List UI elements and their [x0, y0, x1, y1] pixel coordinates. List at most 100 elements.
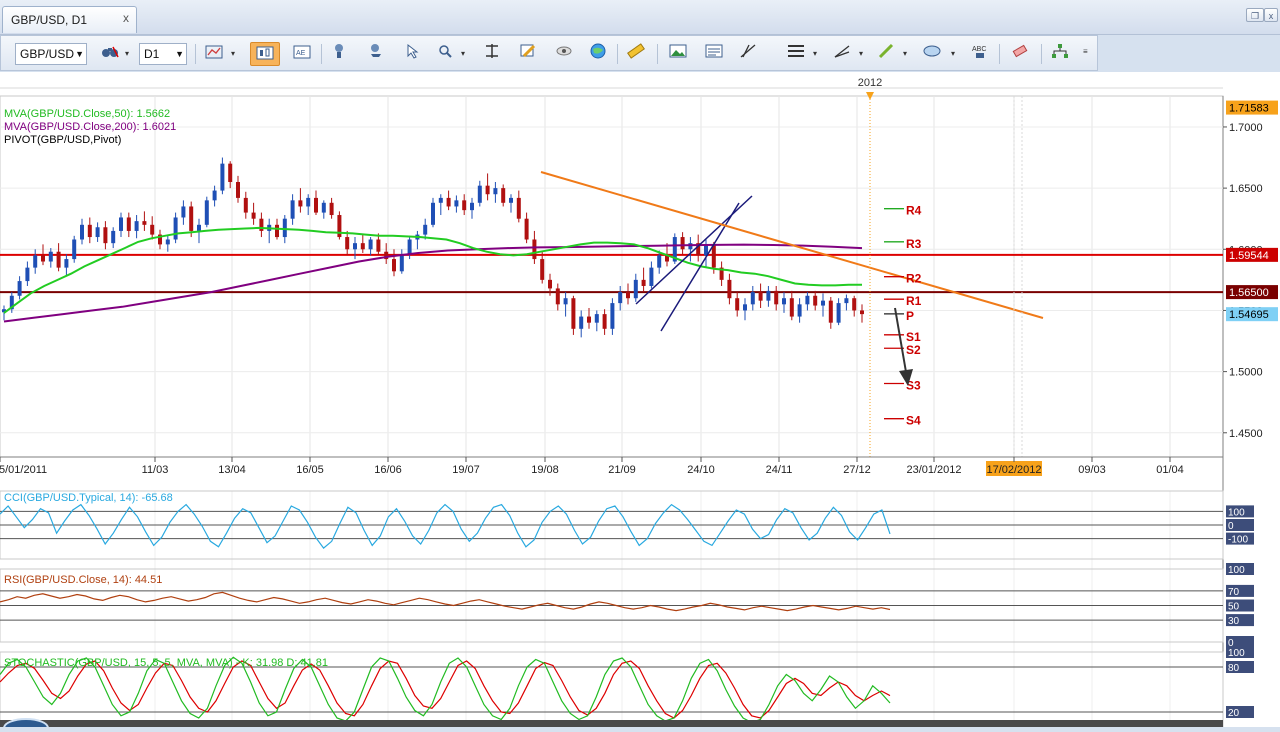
legend-pivot: PIVOT(GBP/USD,Pivot)	[4, 134, 121, 146]
svg-text:AE: AE	[296, 50, 306, 57]
candle-body	[735, 298, 740, 311]
chevron-down-icon[interactable]: ▾	[231, 49, 235, 58]
tab-bar: GBP/USD, D1 x ❐ x	[0, 0, 1280, 35]
time-axis-label: 21/09	[608, 464, 636, 476]
candle-body	[353, 243, 357, 250]
ellipse-icon[interactable]	[919, 42, 945, 66]
candle-body	[275, 224, 279, 238]
binoculars-icon[interactable]	[97, 42, 123, 66]
text-abc-icon[interactable]: ABC	[967, 42, 993, 66]
candle-body	[602, 314, 607, 329]
candle-body	[119, 217, 123, 231]
zoom-in-icon[interactable]	[327, 42, 353, 66]
candlestick-icon[interactable]	[250, 42, 280, 66]
cursor-icon[interactable]	[399, 42, 425, 66]
image-icon[interactable]	[665, 42, 691, 66]
ruler-icon[interactable]	[623, 42, 649, 66]
symbol-select[interactable]: GBP/USD ▼	[15, 43, 87, 65]
trendline-icon[interactable]	[735, 42, 761, 66]
close-window-icon[interactable]: x	[1264, 8, 1278, 22]
candle-body	[282, 218, 287, 238]
candle-body	[87, 224, 92, 238]
globe-icon[interactable]	[585, 42, 611, 66]
candle-body	[462, 200, 467, 211]
pivot-level-label: S2	[906, 343, 921, 357]
horizontal-scrollbar[interactable]	[0, 720, 1223, 727]
bar-chart-icon[interactable]	[201, 42, 227, 66]
time-axis-label: 09/03	[1078, 464, 1106, 476]
candle-body	[189, 206, 194, 231]
candle-body	[64, 259, 69, 268]
chart-tab[interactable]: GBP/USD, D1 x	[2, 6, 137, 33]
price-tag-label: 1.54695	[1229, 309, 1269, 321]
pen-icon[interactable]	[873, 42, 899, 66]
indicator-tag-label: 0	[1228, 521, 1234, 532]
toolbar-separator	[617, 44, 618, 64]
pivot-level-label: S4	[906, 414, 921, 428]
pencil-icon[interactable]	[515, 42, 541, 66]
candle-body	[797, 304, 802, 317]
chart-area[interactable]: R4 R3 R2 R1 P S1 S2 S3 S4 2012 MVA(GBP/USD.Close…	[0, 72, 1280, 732]
eraser-icon[interactable]	[1007, 42, 1033, 66]
timeframe-select[interactable]: D1 ▼	[139, 43, 187, 65]
candle-body	[376, 239, 381, 252]
candle-body	[438, 197, 443, 203]
pivot-level-label: S1	[906, 330, 921, 344]
candle-body	[314, 197, 318, 213]
candle-body	[446, 197, 451, 207]
candle-body	[485, 185, 490, 195]
pivot-level-label: R3	[906, 237, 922, 251]
chevron-down-icon[interactable]: ▾	[813, 49, 817, 58]
chevron-down-icon[interactable]: ▾	[903, 49, 907, 58]
objects-icon[interactable]	[1047, 42, 1073, 66]
zoom-area-icon[interactable]	[433, 42, 459, 66]
draw-line-icon[interactable]	[829, 42, 855, 66]
indicator-tag-label: 80	[1228, 663, 1240, 674]
chart-tab-label: GBP/USD, D1	[11, 13, 88, 27]
indicator-tag-label: 100	[1228, 507, 1245, 518]
candle-body	[680, 237, 685, 250]
candle-body	[766, 290, 771, 301]
candle-body	[220, 163, 225, 191]
candle-body	[805, 295, 810, 305]
candle-body	[743, 304, 747, 311]
candle-body	[321, 202, 326, 213]
time-axis-label: 24/11	[766, 464, 793, 476]
candle-body	[610, 303, 615, 329]
candle-body	[111, 230, 116, 244]
candle-body	[212, 190, 217, 201]
template-icon[interactable]	[701, 42, 727, 66]
candle-body	[813, 295, 818, 306]
chevron-down-icon[interactable]: ▾	[951, 49, 955, 58]
candle-body	[594, 314, 599, 323]
levels-icon[interactable]	[783, 42, 809, 66]
candle-body	[821, 300, 825, 306]
time-axis-label: 27/12	[843, 464, 871, 476]
price-tag-label: 1.59544	[1229, 250, 1269, 262]
candle-body	[33, 255, 38, 268]
eye-icon[interactable]	[551, 42, 577, 66]
candle-body	[72, 239, 77, 260]
candle-body	[306, 197, 311, 207]
line-chart-icon[interactable]: AE	[289, 42, 315, 66]
candle-body	[399, 254, 404, 272]
crosshair-icon[interactable]	[479, 42, 505, 66]
chevron-down-icon[interactable]: ▾	[859, 49, 863, 58]
close-tab-icon[interactable]: x	[119, 11, 133, 25]
candle-body	[423, 224, 428, 235]
candle-body	[290, 200, 295, 219]
candle-body	[17, 281, 22, 296]
price-chart[interactable]: R4R3R2R1PS1S2S3S4 2012 MVA(GBP/USD.Close…	[0, 72, 1280, 732]
candle-body	[618, 292, 623, 304]
toolbar-overflow-icon[interactable]: ≡	[1083, 47, 1088, 56]
chevron-down-icon[interactable]: ▾	[461, 49, 465, 58]
time-axis-label: 13/04	[218, 464, 246, 476]
candle-body	[555, 288, 560, 305]
candle-body	[103, 227, 108, 244]
candle-body	[516, 197, 521, 219]
restore-window-icon[interactable]: ❐	[1246, 8, 1264, 22]
chevron-down-icon[interactable]: ▾	[125, 49, 129, 58]
zoom-out-icon[interactable]	[363, 42, 389, 66]
stochastic-legend: STOCHASTIC(GBP/USD, 15, 5, 5, MVA, MVA) …	[4, 657, 328, 669]
indicator-tag-label: 70	[1228, 587, 1240, 598]
